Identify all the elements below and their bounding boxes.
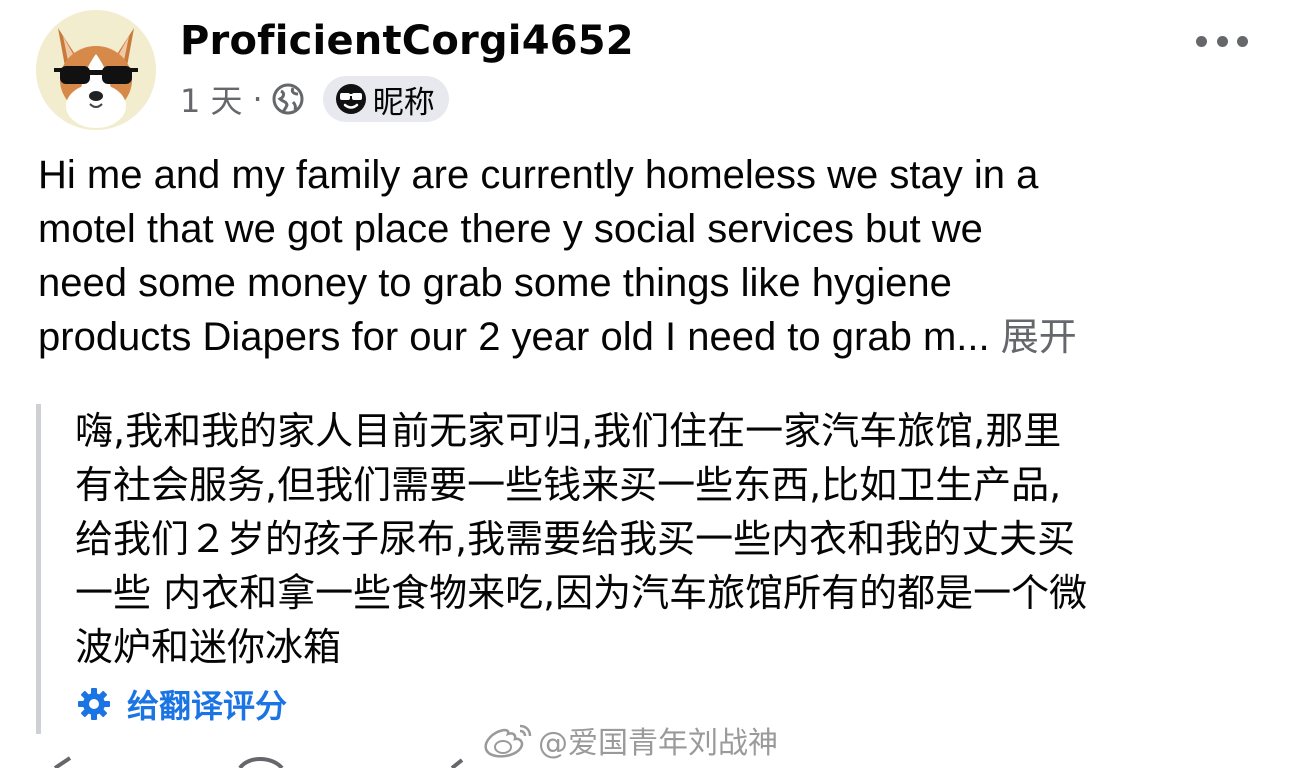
rate-translation-button[interactable]: 给翻译评分 [77, 682, 287, 726]
post-body-line: Hi me and my family are currently homele… [38, 153, 1039, 197]
translation-text: 嗨,我和我的家人目前无家可归,我们住在一家汽车旅馆,那里 有社会服务,但我们需要… [75, 404, 1275, 674]
post-body-line: motel that we got place there y social s… [38, 207, 983, 251]
action-icons-cropped [53, 756, 464, 768]
globe-icon[interactable] [271, 82, 305, 116]
post-body: Hi me and my family are currently homele… [38, 148, 1258, 364]
nickname-badge[interactable]: 昵称 [322, 76, 449, 122]
post-body-line-last: products Diapers for our 2 year old I ne… [38, 310, 1258, 364]
more-dot-icon [1237, 35, 1248, 47]
translation-line: 嗨,我和我的家人目前无家可归,我们住在一家汽车旅馆,那里 [75, 409, 1062, 453]
post-body-line: need some money to grab some things like… [38, 261, 952, 305]
more-options-button[interactable] [1196, 26, 1248, 56]
more-dot-icon [1216, 35, 1228, 47]
meta-separator: · [252, 80, 263, 118]
translation-line: 一些 内衣和拿一些食物来吃,因为汽车旅馆所有的都是一个微 [75, 571, 1088, 615]
post-header: ProficientCorgi4652 1 天 · 昵称 [0, 0, 1290, 140]
action-bar-partial [0, 752, 1290, 768]
more-dot-icon [1196, 35, 1207, 47]
translation-line: 有社会服务,但我们需要一些钱来买一些东西,比如卫生产品, [75, 463, 1062, 507]
sunglasses-emoji-icon [335, 83, 367, 115]
translation-line: 给我们２岁的孩子尿布,我需要给我买一些内衣和我的丈夫买 [75, 517, 1076, 561]
author-name[interactable]: ProficientCorgi4652 [180, 18, 634, 64]
corgi-avatar-image [36, 10, 156, 130]
author-avatar[interactable] [36, 10, 156, 130]
post-body-line-text: products Diapers for our 2 year old I ne… [38, 315, 990, 359]
rate-translation-label: 给翻译评分 [127, 687, 288, 725]
post-time[interactable]: 1 天 [180, 76, 243, 122]
see-more-link[interactable]: 展开 [1001, 315, 1077, 359]
translation-line: 波炉和迷你冰箱 [75, 625, 342, 669]
gear-icon [77, 687, 111, 721]
translation-block: 嗨,我和我的家人目前无家可归,我们住在一家汽车旅馆,那里 有社会服务,但我们需要… [36, 404, 1271, 734]
post-meta: 1 天 · 昵称 [180, 76, 449, 122]
nickname-label: 昵称 [372, 84, 435, 121]
